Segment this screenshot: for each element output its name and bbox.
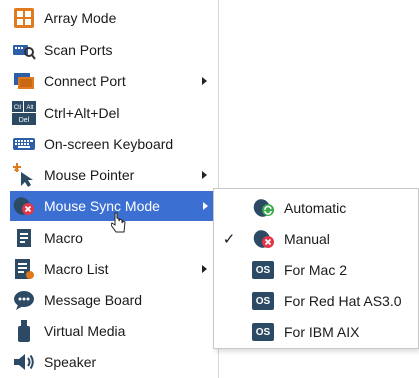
mouse-cursor-icon <box>111 212 126 233</box>
menu-item-connect-port[interactable]: Connect Port <box>10 66 216 96</box>
submenu-arrow-icon <box>202 171 207 179</box>
menu-item-label: Macro <box>44 230 83 246</box>
menu-item-on-screen-keyboard[interactable]: On-screen Keyboard <box>10 129 216 159</box>
submenu-item-label: Automatic <box>284 200 347 216</box>
keyboard-icon <box>12 132 36 156</box>
context-menu: Array Mode Scan Ports Connect Port Ctl A… <box>0 0 219 378</box>
menu-item-scan-ports[interactable]: Scan Ports <box>10 35 216 65</box>
os-icon: OS <box>252 320 276 344</box>
menu-item-label: On-screen Keyboard <box>44 136 174 152</box>
submenu-arrow-icon <box>203 202 208 210</box>
svg-text:Alt: Alt <box>26 105 33 111</box>
submenu-item-for-mac-2[interactable]: OS For Mac 2 <box>214 255 418 285</box>
connect-port-icon <box>12 69 36 93</box>
macro-icon <box>12 226 36 250</box>
ctrl-alt-del-icon: Ctl Alt Del <box>12 101 36 125</box>
menu-item-message-board[interactable]: Message Board <box>10 285 216 315</box>
menu-item-macro-list[interactable]: Macro List <box>10 254 216 284</box>
menu-item-label: Mouse Sync Mode <box>44 198 160 214</box>
macro-list-icon <box>12 257 36 281</box>
submenu-item-automatic[interactable]: Automatic <box>214 193 418 223</box>
submenu-item-label: Manual <box>284 231 330 247</box>
svg-text:Del: Del <box>19 117 30 124</box>
mouse-sync-submenu: Automatic ✓ Manual OS For Mac 2 OS For R… <box>213 188 419 349</box>
menu-item-label: Array Mode <box>44 10 117 26</box>
automatic-sync-icon <box>252 196 276 220</box>
menu-item-ctrl-alt-del[interactable]: Ctl Alt Del Ctrl+Alt+Del <box>10 98 216 128</box>
submenu-item-for-red-hat[interactable]: OS For Red Hat AS3.0 <box>214 286 418 316</box>
svg-text:Ctl: Ctl <box>14 105 21 111</box>
menu-item-mouse-pointer[interactable]: Mouse Pointer <box>10 160 216 190</box>
mouse-sync-icon <box>12 194 36 218</box>
message-board-icon <box>12 288 36 312</box>
submenu-item-for-ibm-aix[interactable]: OS For IBM AIX <box>214 317 418 347</box>
submenu-arrow-icon <box>202 77 207 85</box>
menu-item-label: Connect Port <box>44 73 126 89</box>
menu-item-label: Scan Ports <box>44 42 113 58</box>
menu-item-label: Macro List <box>44 261 109 277</box>
array-mode-icon <box>12 6 36 30</box>
submenu-item-label: For Mac 2 <box>284 262 348 278</box>
check-icon: ✓ <box>222 231 236 248</box>
menu-item-label: Message Board <box>44 292 143 308</box>
os-icon: OS <box>252 258 276 282</box>
submenu-arrow-icon <box>202 265 207 273</box>
virtual-media-icon <box>12 319 36 343</box>
menu-item-speaker[interactable]: Speaker <box>10 347 216 377</box>
manual-sync-icon <box>252 227 276 251</box>
submenu-item-label: For IBM AIX <box>284 324 360 340</box>
submenu-item-label: For Red Hat AS3.0 <box>284 293 402 309</box>
menu-item-virtual-media[interactable]: Virtual Media <box>10 316 216 346</box>
menu-item-label: Speaker <box>44 354 97 370</box>
menu-item-label: Ctrl+Alt+Del <box>44 105 120 121</box>
speaker-icon <box>12 350 36 374</box>
menu-item-label: Mouse Pointer <box>44 167 135 183</box>
menu-item-array-mode[interactable]: Array Mode <box>10 3 216 33</box>
menu-item-label: Virtual Media <box>44 323 126 339</box>
submenu-item-manual[interactable]: ✓ Manual <box>214 224 418 254</box>
scan-ports-icon <box>12 38 36 62</box>
mouse-pointer-icon <box>12 163 36 187</box>
os-icon: OS <box>252 289 276 313</box>
